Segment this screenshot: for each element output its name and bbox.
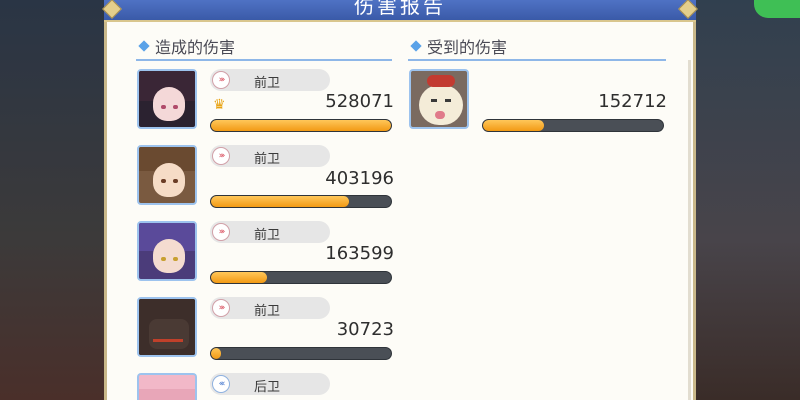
role-badge: ››› 前卫	[210, 221, 330, 243]
character-portrait[interactable]	[137, 69, 197, 129]
taken-bar	[482, 119, 664, 132]
damage-bar-fill	[211, 120, 391, 131]
damage-value: 163599	[325, 243, 394, 264]
damage-bar	[210, 347, 392, 360]
dealt-damage-title: 造成的伤害	[155, 38, 236, 57]
taken-damage-header: 受到的伤害	[410, 34, 508, 58]
damage-bar-fill	[211, 348, 222, 359]
damage-value: 403196	[325, 168, 394, 189]
scrollbar[interactable]	[688, 60, 691, 400]
diamond-icon	[138, 40, 150, 52]
role-chevron-icon: ›››	[212, 299, 230, 317]
damage-bar	[210, 195, 392, 208]
role-chevron-icon: ›››	[212, 71, 230, 89]
character-portrait[interactable]	[137, 297, 197, 357]
role-chevron-icon: ›››	[212, 147, 230, 165]
crown-icon: ♛	[213, 97, 226, 113]
damage-bar	[210, 119, 392, 132]
damage-bar	[210, 271, 392, 284]
damage-bar-fill	[211, 196, 349, 207]
role-chevron-icon: ›››	[212, 223, 230, 241]
role-badge: ››› 前卫	[210, 297, 330, 319]
role-chevron-icon: ‹‹‹	[212, 375, 230, 393]
role-badge: ››› 前卫	[210, 145, 330, 167]
enemy-portrait[interactable]	[409, 69, 469, 129]
title-bar: 伤害报告	[104, 0, 696, 22]
taken-bar-fill	[483, 120, 545, 131]
corner-button[interactable]	[754, 0, 800, 18]
damage-value: 30723	[336, 319, 394, 340]
taken-damage-title: 受到的伤害	[427, 38, 508, 57]
character-portrait[interactable]	[137, 373, 197, 400]
taken-value: 152712	[598, 91, 667, 112]
character-portrait[interactable]	[137, 221, 197, 281]
damage-value: 528071	[325, 91, 394, 112]
diamond-icon	[410, 40, 422, 52]
taken-header-rule	[408, 59, 666, 61]
page-title: 伤害报告	[354, 0, 446, 18]
dealt-damage-header: 造成的伤害	[138, 34, 236, 58]
character-portrait[interactable]	[137, 145, 197, 205]
background-right	[692, 0, 800, 400]
dealt-header-rule	[136, 59, 392, 61]
role-badge: ‹‹‹ 后卫	[210, 373, 330, 395]
background-left	[0, 0, 110, 400]
role-badge: ››› 前卫	[210, 69, 330, 91]
damage-bar-fill	[211, 272, 267, 283]
